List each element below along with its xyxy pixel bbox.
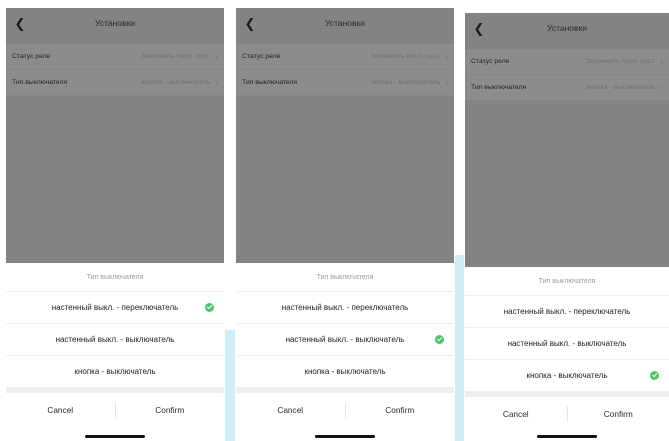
option-label: настенный выкл. - выключатель (285, 335, 405, 344)
settings-row-switch-type[interactable]: Тип выключателя кнопка - выключатель › (236, 70, 454, 96)
option-button-switch[interactable]: кнопка - выключатель (236, 355, 454, 387)
option-wall-switch[interactable]: настенный выкл. - выключатель (6, 323, 224, 355)
option-label: настенный выкл. - выключатель (507, 339, 627, 348)
settings-row-relay-status[interactable]: Статус реле Запомнить посл. сост. › (6, 44, 224, 70)
page-title: Установки (94, 18, 135, 28)
option-wall-toggle[interactable]: настенный выкл. - переключатель (465, 295, 669, 327)
chevron-left-icon[interactable]: ❮ (242, 15, 258, 31)
row-value: кнопка - выключатель (586, 84, 656, 91)
decorative-stripe (455, 255, 464, 441)
option-label: настенный выкл. - выключатель (55, 335, 175, 344)
confirm-button[interactable]: Confirm (346, 405, 455, 415)
chevron-right-icon: › (660, 57, 663, 66)
sheet-title: Тип выключателя (86, 273, 144, 281)
screenshot-1: ❮ Установки Статус реле Запомнить посл. … (6, 8, 224, 441)
page-title: Установки (546, 23, 587, 33)
screenshot-3: ❮ Установки Статус реле Запомнить посл. … (465, 13, 669, 441)
option-label: кнопка - выключатель (74, 367, 156, 376)
row-value: кнопка - выключатель (141, 79, 211, 86)
chevron-right-icon: › (215, 52, 218, 61)
option-button-switch[interactable]: кнопка - выключатель (6, 355, 224, 387)
row-value: Запомнить посл. сост. (140, 53, 211, 60)
settings-list: Статус реле Запомнить посл. сост. › Тип … (465, 49, 669, 101)
bottom-sheet: Тип выключателя настенный выкл. - перекл… (236, 263, 454, 441)
dimmed-background[interactable]: ❮ Установки Статус реле Запомнить посл. … (236, 8, 454, 263)
dimmed-background[interactable]: ❮ Установки Статус реле Запомнить посл. … (6, 8, 224, 263)
top-bar: ❮ Установки (465, 13, 669, 43)
chevron-right-icon: › (445, 78, 448, 87)
option-label: настенный выкл. - переключатель (51, 303, 179, 312)
sheet-title: Тип выключателя (538, 277, 596, 285)
settings-list: Статус реле Запомнить посл. сост. › Тип … (6, 44, 224, 96)
confirm-button[interactable]: Confirm (568, 409, 669, 419)
chevron-right-icon: › (445, 52, 448, 61)
row-value: кнопка - выключатель (371, 79, 441, 86)
chevron-right-icon: › (660, 83, 663, 92)
option-wall-switch[interactable]: настенный выкл. - выключатель (465, 327, 669, 359)
stage: ❮ Установки Статус реле Запомнить посл. … (0, 0, 669, 441)
sheet-title: Тип выключателя (316, 273, 374, 281)
sheet-actions: Cancel Confirm (465, 397, 669, 431)
settings-row-switch-type[interactable]: Тип выключателя кнопка - выключатель › (6, 70, 224, 96)
dimmed-background[interactable]: ❮ Установки Статус реле Запомнить посл. … (465, 13, 669, 267)
row-label: Тип выключателя (12, 79, 68, 86)
option-button-switch[interactable]: кнопка - выключатель (465, 359, 669, 391)
settings-list: Статус реле Запомнить посл. сост. › Тип … (236, 44, 454, 96)
row-value: Запомнить посл. сост. (585, 58, 656, 65)
chevron-right-icon: › (215, 78, 218, 87)
option-wall-toggle[interactable]: настенный выкл. - переключатель (6, 291, 224, 323)
row-label: Статус реле (471, 58, 510, 65)
bottom-sheet: Тип выключателя настенный выкл. - перекл… (465, 267, 669, 441)
settings-row-relay-status[interactable]: Статус реле Запомнить посл. сост. › (236, 44, 454, 70)
row-label: Тип выключателя (242, 79, 298, 86)
confirm-button[interactable]: Confirm (116, 405, 225, 415)
top-bar: ❮ Установки (6, 8, 224, 38)
check-circle-icon (650, 371, 659, 380)
home-indicator (85, 435, 145, 438)
option-label: настенный выкл. - переключатель (281, 303, 409, 312)
sheet-actions: Cancel Confirm (6, 393, 224, 427)
chevron-left-icon[interactable]: ❮ (12, 15, 28, 31)
settings-row-relay-status[interactable]: Статус реле Запомнить посл. сост. › (465, 49, 669, 75)
row-label: Статус реле (12, 53, 51, 60)
row-label: Статус реле (242, 53, 281, 60)
page-title: Установки (324, 18, 365, 28)
cancel-button[interactable]: Cancel (465, 409, 567, 419)
home-indicator (315, 435, 375, 438)
chevron-left-icon[interactable]: ❮ (471, 20, 487, 36)
option-wall-toggle[interactable]: настенный выкл. - переключатель (236, 291, 454, 323)
settings-row-switch-type[interactable]: Тип выключателя кнопка - выключатель › (465, 75, 669, 101)
home-indicator (537, 435, 597, 438)
cancel-button[interactable]: Cancel (6, 405, 115, 415)
row-label: Тип выключателя (471, 84, 527, 91)
row-value: Запомнить посл. сост. (370, 53, 441, 60)
option-wall-switch[interactable]: настенный выкл. - выключатель (236, 323, 454, 355)
top-bar: ❮ Установки (236, 8, 454, 38)
decorative-stripe (225, 330, 235, 441)
option-label: кнопка - выключатель (304, 367, 386, 376)
screenshot-2: ❮ Установки Статус реле Запомнить посл. … (236, 8, 454, 441)
cancel-button[interactable]: Cancel (236, 405, 345, 415)
option-label: кнопка - выключатель (526, 371, 608, 380)
sheet-actions: Cancel Confirm (236, 393, 454, 427)
bottom-sheet: Тип выключателя настенный выкл. - перекл… (6, 263, 224, 441)
check-circle-icon (435, 335, 444, 344)
check-circle-icon (205, 303, 214, 312)
option-label: настенный выкл. - переключатель (503, 307, 631, 316)
